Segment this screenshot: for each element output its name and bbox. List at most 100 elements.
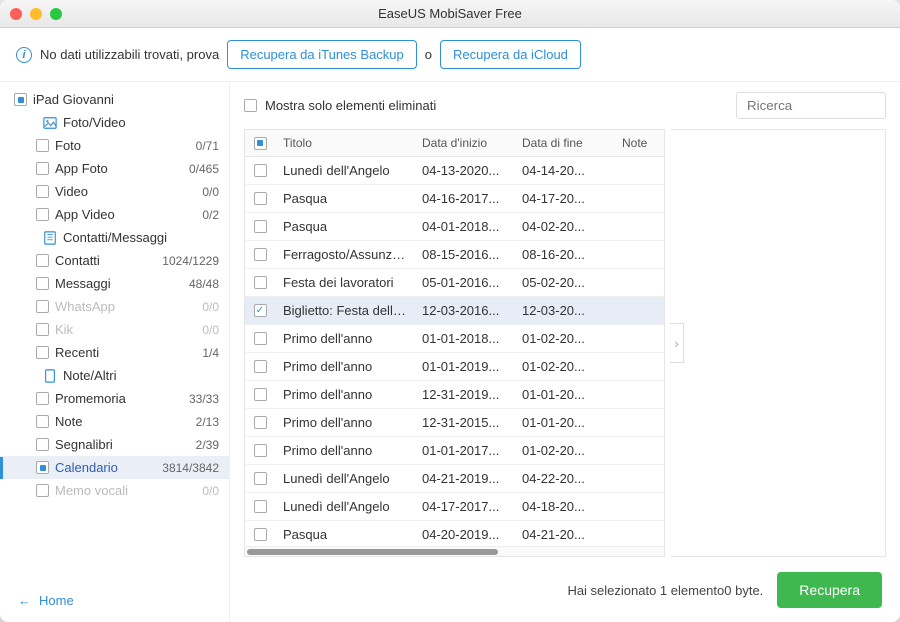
sidebar-item[interactable]: Foto0/71 [0,134,229,157]
row-checkbox[interactable] [254,472,267,485]
sidebar-item-label: App Foto [55,161,183,176]
sidebar-item[interactable]: Video0/0 [0,180,229,203]
row-checkbox[interactable] [254,388,267,401]
sidebar-item-checkbox[interactable] [36,254,49,267]
table-row[interactable]: Festa dei lavoratori05-01-2016...05-02-2… [245,269,664,297]
sidebar-item-checkbox[interactable] [36,208,49,221]
row-checkbox[interactable] [254,416,267,429]
footer: Hai selezionato 1 elemento0 byte. Recupe… [230,557,900,622]
col-start[interactable]: Data d'inizio [414,130,514,156]
cell-end: 04-21-20... [514,521,614,546]
cell-start: 12-31-2015... [414,409,514,436]
cell-end: 01-01-20... [514,381,614,408]
device-checkbox[interactable] [14,93,27,106]
row-checkbox[interactable] [254,248,267,261]
table-row[interactable]: Primo dell'anno12-31-2019...01-01-20... [245,381,664,409]
row-checkbox[interactable] [254,192,267,205]
table-row[interactable]: Primo dell'anno01-01-2017...01-02-20... [245,437,664,465]
cell-end: 04-14-20... [514,157,614,184]
recover-button[interactable]: Recupera [777,572,882,608]
row-checkbox[interactable] [254,444,267,457]
table-row[interactable]: Pasqua04-20-2019...04-21-20... [245,521,664,546]
sidebar-item-label: Video [55,184,196,199]
table-row[interactable]: Lunedì dell'Angelo04-21-2019...04-22-20.… [245,465,664,493]
row-checkbox[interactable] [254,332,267,345]
col-note[interactable]: Note [614,130,664,156]
sidebar-group-notes[interactable]: Note/Altri [0,364,229,387]
sidebar-item-count: 33/33 [189,392,219,406]
cell-end: 01-02-20... [514,325,614,352]
table-row[interactable]: Lunedì dell'Angelo04-17-2017...04-18-20.… [245,493,664,521]
search-input[interactable] [736,92,886,119]
table-row[interactable]: Biglietto: Festa della Rete 201612-03-20… [245,297,664,325]
row-checkbox[interactable] [254,360,267,373]
sidebar-item-label: App Video [55,207,196,222]
col-title[interactable]: Titolo [275,130,414,156]
sidebar-item-checkbox[interactable] [36,139,49,152]
sidebar-item-label: Segnalibri [55,437,190,452]
cell-start: 01-01-2018... [414,325,514,352]
recover-icloud-button[interactable]: Recupera da iCloud [440,40,581,69]
row-checkbox[interactable] [254,528,267,541]
row-checkbox[interactable] [254,276,267,289]
recover-itunes-button[interactable]: Recupera da iTunes Backup [227,40,417,69]
sidebar-item[interactable]: App Video0/2 [0,203,229,226]
sidebar-item-checkbox[interactable] [36,323,49,336]
col-end[interactable]: Data di fine [514,130,614,156]
table-row[interactable]: Pasqua04-16-2017...04-17-20... [245,185,664,213]
row-checkbox[interactable] [254,500,267,513]
sidebar-item[interactable]: Messaggi48/48 [0,272,229,295]
cell-title: Primo dell'anno [275,409,414,436]
sidebar-item-checkbox[interactable] [36,392,49,405]
show-deleted-label: Mostra solo elementi eliminati [265,98,436,113]
sidebar-item-label: Messaggi [55,276,183,291]
sidebar-group-label: Foto/Video [63,115,219,130]
sidebar-group-label: Note/Altri [63,368,219,383]
sidebar-item-checkbox[interactable] [36,277,49,290]
cell-end: 04-17-20... [514,185,614,212]
table-row[interactable]: Pasqua04-01-2018...04-02-20... [245,213,664,241]
select-all-checkbox[interactable] [254,137,267,150]
zoom-icon[interactable] [50,8,62,20]
table-row[interactable]: Primo dell'anno01-01-2019...01-02-20... [245,353,664,381]
show-deleted-checkbox[interactable] [244,99,257,112]
sidebar-item-checkbox[interactable] [36,484,49,497]
sidebar-group-photo[interactable]: Foto/Video [0,111,229,134]
table-row[interactable]: Lunedì dell'Angelo04-13-2020...04-14-20.… [245,157,664,185]
table-body: Lunedì dell'Angelo04-13-2020...04-14-20.… [245,157,664,546]
sidebar-item[interactable]: Segnalibri2/39 [0,433,229,456]
sidebar-item[interactable]: Contatti1024/1229 [0,249,229,272]
sidebar-item[interactable]: Calendario3814/3842 [0,456,229,479]
sidebar-item-checkbox[interactable] [36,438,49,451]
table-row[interactable]: Ferragosto/Assunzione08-15-2016...08-16-… [245,241,664,269]
sidebar-item-checkbox[interactable] [36,300,49,313]
sidebar-group-contacts[interactable]: Contatti/Messaggi [0,226,229,249]
sidebar-item[interactable]: Promemoria33/33 [0,387,229,410]
sidebar-item-checkbox[interactable] [36,185,49,198]
sidebar-device[interactable]: iPad Giovanni [0,88,229,111]
info-bar: i No dati utilizzabili trovati, prova Re… [0,28,900,82]
cell-title: Lunedì dell'Angelo [275,157,414,184]
cell-note [614,389,664,401]
sidebar-item-label: Memo vocali [55,483,196,498]
chevron-right-icon[interactable]: › [670,323,684,363]
row-checkbox[interactable] [254,220,267,233]
sidebar-item-checkbox[interactable] [36,415,49,428]
info-or: o [425,47,432,62]
table-row[interactable]: Primo dell'anno12-31-2015...01-01-20... [245,409,664,437]
scrollbar-thumb[interactable] [247,549,498,555]
sidebar-item[interactable]: App Foto0/465 [0,157,229,180]
sidebar-item-checkbox[interactable] [36,461,49,474]
sidebar-item-checkbox[interactable] [36,346,49,359]
home-link[interactable]: ← Home [0,578,229,622]
row-checkbox[interactable] [254,304,267,317]
minimize-icon[interactable] [30,8,42,20]
row-checkbox[interactable] [254,164,267,177]
sidebar-item[interactable]: Note2/13 [0,410,229,433]
table-row[interactable]: Primo dell'anno01-01-2018...01-02-20... [245,325,664,353]
horizontal-scrollbar[interactable] [245,546,664,556]
cell-note [614,305,664,317]
sidebar-item-checkbox[interactable] [36,162,49,175]
sidebar-item[interactable]: Recenti1/4 [0,341,229,364]
close-icon[interactable] [10,8,22,20]
